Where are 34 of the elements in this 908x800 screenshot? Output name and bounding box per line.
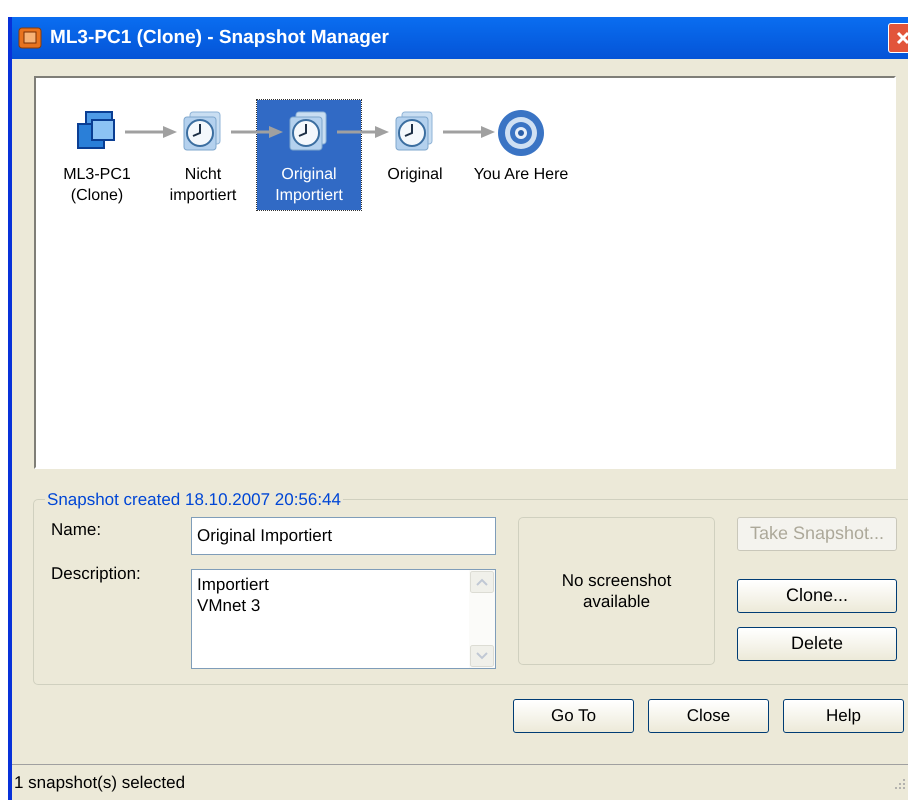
dialog-button[interactable]: Help xyxy=(783,699,904,733)
action-button[interactable]: Clone... xyxy=(737,578,897,612)
app-icon xyxy=(18,26,42,50)
status-text: 1 snapshot(s) selected xyxy=(14,772,186,794)
node-label: Original Importiert xyxy=(274,165,344,206)
close-icon xyxy=(895,30,908,46)
node-label: Original xyxy=(386,165,444,185)
snapshot-node[interactable]: Original Importiert xyxy=(257,100,361,210)
arrow-connector xyxy=(443,126,495,138)
target-icon xyxy=(496,108,546,158)
dialog-button[interactable]: Close xyxy=(648,699,769,733)
name-field[interactable]: Original Importiert xyxy=(191,516,496,554)
arrow-connector xyxy=(125,126,177,138)
description-label: Description: xyxy=(51,562,142,584)
scroll-up-icon[interactable] xyxy=(470,570,494,592)
snapshot-node[interactable]: ML3-PC1 (Clone) xyxy=(45,100,149,210)
snapshot-node[interactable]: Nicht importiert xyxy=(151,100,255,210)
dialog-button[interactable]: Go To xyxy=(513,699,634,733)
no-screenshot-text: No screenshot available xyxy=(560,570,672,612)
description-field[interactable]: Importiert VMnet 3 xyxy=(191,568,496,668)
description-text: Importiert VMnet 3 xyxy=(196,574,270,616)
scrollbar[interactable] xyxy=(469,570,495,668)
node-label: ML3-PC1 (Clone) xyxy=(62,165,132,206)
action-button[interactable]: Delete xyxy=(737,626,897,660)
node-label: You Are Here xyxy=(472,165,570,185)
snapshot-node[interactable]: You Are Here xyxy=(469,100,573,189)
arrow-connector xyxy=(231,126,283,138)
name-label: Name: xyxy=(51,518,102,540)
window-title: ML3-PC1 (Clone) - Snapshot Manager xyxy=(50,26,390,50)
snapshot-node[interactable]: Original xyxy=(363,100,467,189)
scroll-down-icon[interactable] xyxy=(470,644,494,666)
group-legend: Snapshot created 18.10.2007 20:56:44 xyxy=(45,487,343,512)
node-label: Nicht importiert xyxy=(168,165,238,206)
arrow-connector xyxy=(337,126,389,138)
